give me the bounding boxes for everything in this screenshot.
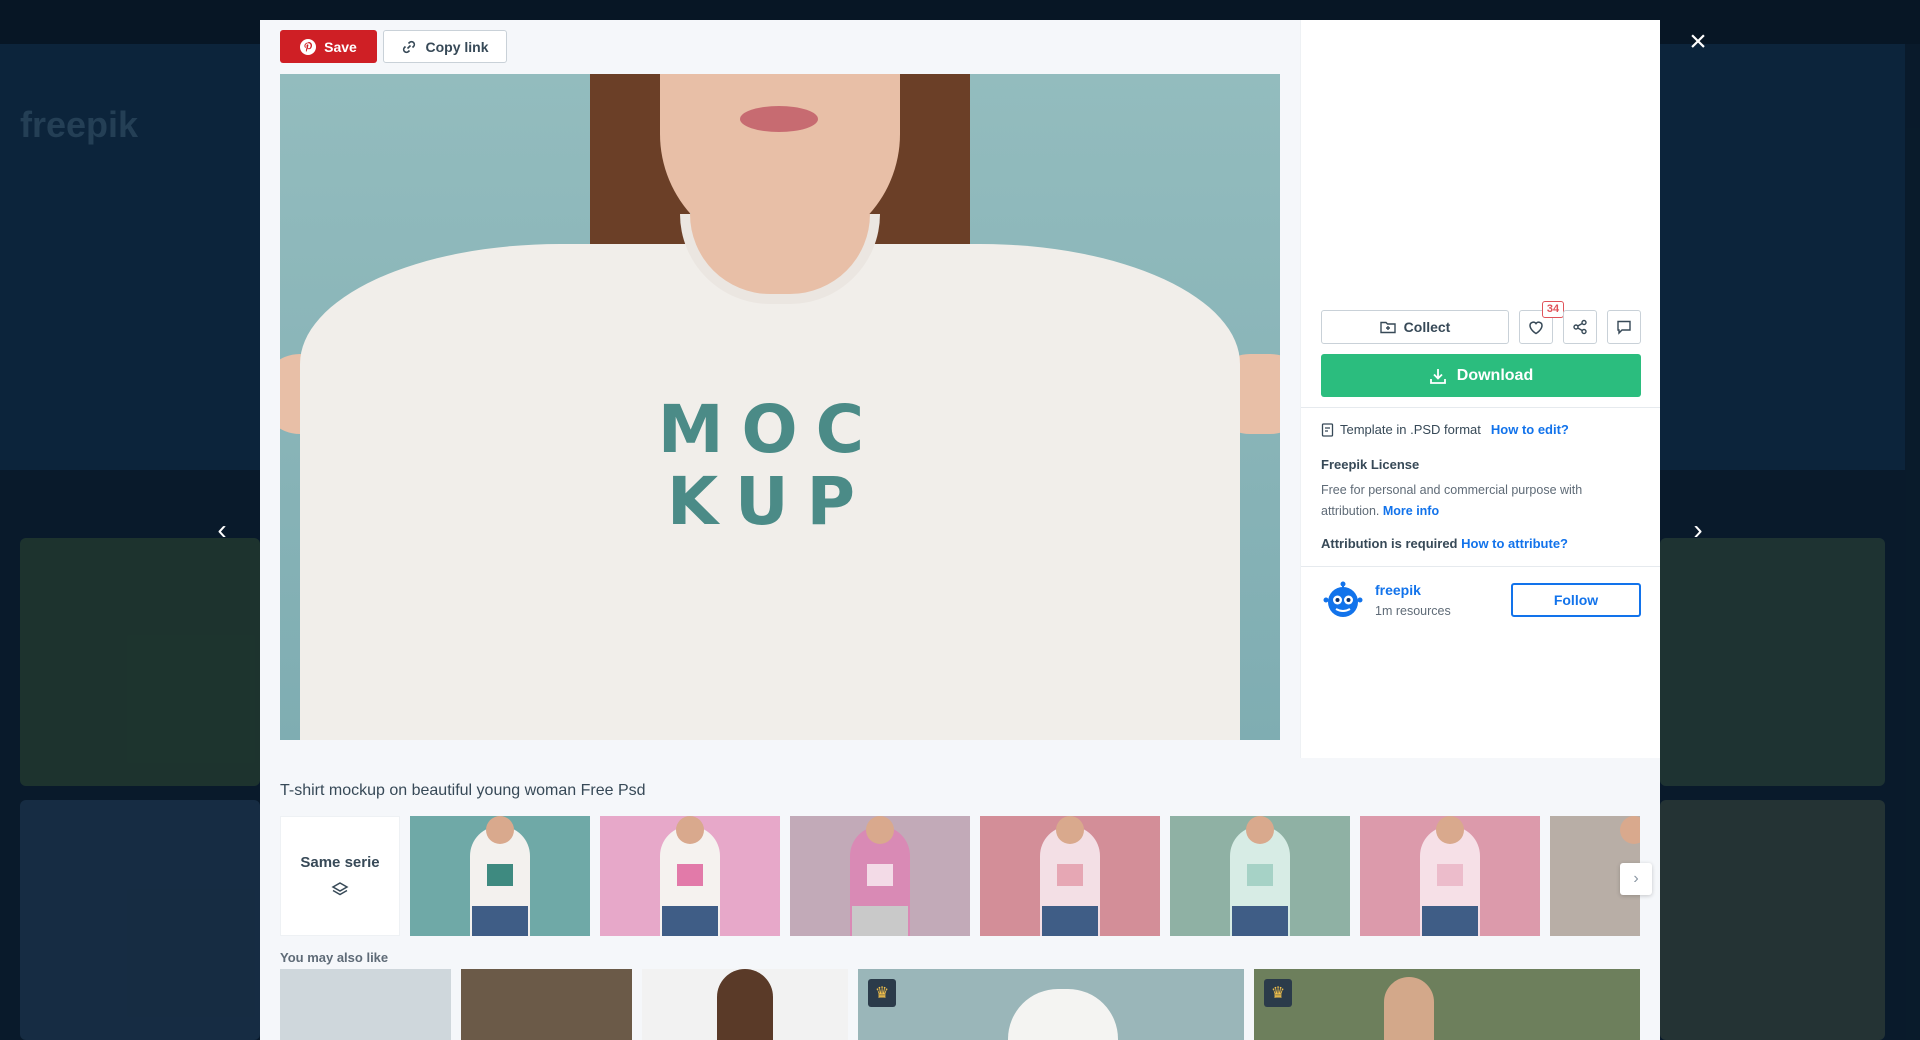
- thumb-person: [1384, 977, 1434, 1040]
- action-buttons: Collect 34: [1321, 301, 1641, 344]
- like-button[interactable]: 34: [1519, 301, 1564, 344]
- series-thumbnail[interactable]: [790, 816, 970, 936]
- license-text: Free for personal and commercial purpose…: [1321, 483, 1583, 518]
- thumb-head: [486, 816, 514, 844]
- divider: [1301, 566, 1660, 567]
- license-title: Freepik License: [1321, 457, 1420, 472]
- freepik-logo-icon: [1323, 581, 1363, 617]
- more-info-link[interactable]: More info: [1383, 504, 1439, 518]
- series-thumbnail[interactable]: [1360, 816, 1540, 936]
- close-icon[interactable]: ×: [1682, 26, 1714, 58]
- thumb-jeans: [852, 906, 908, 936]
- download-label: Download: [1456, 366, 1534, 384]
- download-icon: [1429, 368, 1446, 384]
- attribution-text: Attribution is required: [1321, 536, 1458, 551]
- thumb-head: [1436, 816, 1464, 844]
- series-thumbnail[interactable]: [410, 816, 590, 936]
- thumb-print: [487, 864, 513, 886]
- related-title: You may also like: [280, 950, 389, 965]
- comment-icon: [1617, 320, 1631, 335]
- thumb-jeans: [1422, 906, 1478, 936]
- heart-icon: [1529, 320, 1543, 334]
- series-thumbnail[interactable]: [600, 816, 780, 936]
- related-thumbnail[interactable]: ♛: [858, 969, 1244, 1040]
- series-thumbnail[interactable]: [980, 816, 1160, 936]
- thumb-jeans: [1232, 906, 1288, 936]
- series-title: T-shirt mockup on beautiful young woman …: [280, 782, 646, 799]
- related-thumbnail[interactable]: [280, 969, 451, 1040]
- resource-modal: Save Copy link MOC KUP Collect 34 Downlo…: [260, 20, 1660, 1040]
- related-thumbnail[interactable]: ♛: [1254, 969, 1640, 1040]
- how-to-attribute-link[interactable]: How to attribute?: [1461, 536, 1568, 551]
- copy-link-button[interactable]: Copy link: [383, 30, 507, 63]
- mockup-line-2: KUP: [667, 463, 873, 540]
- thumb-jeans: [662, 906, 718, 936]
- layers-icon: [331, 881, 349, 895]
- author-name[interactable]: freepik: [1375, 582, 1421, 598]
- preview-panel: Save Copy link MOC KUP: [260, 20, 1300, 758]
- premium-crown-icon: ♛: [868, 979, 896, 1007]
- how-to-edit-link[interactable]: How to edit?: [1491, 422, 1569, 437]
- file-icon: [1321, 422, 1334, 437]
- thumb-jeans: [472, 906, 528, 936]
- thumb-head: [866, 816, 894, 844]
- thumb-print: [677, 864, 703, 886]
- share-button[interactable]: [1563, 310, 1597, 344]
- thumb-print: [867, 864, 893, 886]
- related-thumbnail[interactable]: [461, 969, 632, 1040]
- save-label: Save: [324, 38, 357, 55]
- thumb-head: [1056, 816, 1084, 844]
- thumb-print: [1247, 864, 1273, 886]
- thumb-print: [1437, 864, 1463, 886]
- thumb-person: [717, 969, 773, 1040]
- same-serie-label: Same serie: [300, 853, 380, 871]
- author-avatar[interactable]: [1321, 578, 1365, 622]
- comment-button[interactable]: [1607, 310, 1641, 344]
- series-thumbnail[interactable]: [1170, 816, 1350, 936]
- main-preview-image[interactable]: MOC KUP: [280, 74, 1280, 740]
- link-icon: [403, 40, 416, 53]
- like-count-badge: 34: [1542, 301, 1564, 318]
- mockup-line-1: MOC: [657, 391, 883, 468]
- series-scroll-next-icon[interactable]: ›: [1620, 863, 1652, 895]
- thumb-shirt: [1008, 989, 1118, 1040]
- divider: [1301, 407, 1660, 408]
- related-thumbnail[interactable]: [642, 969, 848, 1040]
- copy-link-label: Copy link: [425, 38, 489, 55]
- license-description: Free for personal and commercial purpose…: [1321, 480, 1611, 522]
- thumb-head: [676, 816, 704, 844]
- attribution-info: Attribution is required How to attribute…: [1321, 536, 1568, 551]
- format-text: Template in .PSD format: [1340, 422, 1481, 437]
- thumb-print: [1057, 864, 1083, 886]
- pinterest-save-button[interactable]: Save: [280, 30, 377, 63]
- image-lips: [740, 106, 818, 132]
- thumb-head: [1620, 816, 1640, 844]
- thumb-jeans: [1042, 906, 1098, 936]
- image-mockup-text: MOC KUP: [650, 394, 890, 538]
- details-panel: Collect 34 Download Template in .PSD for…: [1300, 20, 1660, 758]
- collect-label: Collect: [1403, 319, 1451, 335]
- collect-button[interactable]: Collect: [1321, 310, 1509, 344]
- previous-arrow-icon[interactable]: ‹: [204, 515, 240, 545]
- author-resources: 1m resources: [1375, 604, 1451, 618]
- thumb-head: [1246, 816, 1274, 844]
- folder-add-icon: [1379, 321, 1396, 334]
- download-button[interactable]: Download: [1321, 354, 1641, 397]
- share-icon: [1573, 319, 1587, 335]
- next-arrow-icon[interactable]: ›: [1680, 515, 1716, 545]
- same-serie-button[interactable]: Same serie: [280, 816, 400, 936]
- follow-button[interactable]: Follow: [1511, 583, 1641, 617]
- format-info: Template in .PSD format How to edit?: [1321, 422, 1569, 437]
- pinterest-icon: [300, 38, 317, 55]
- premium-crown-icon: ♛: [1264, 979, 1292, 1007]
